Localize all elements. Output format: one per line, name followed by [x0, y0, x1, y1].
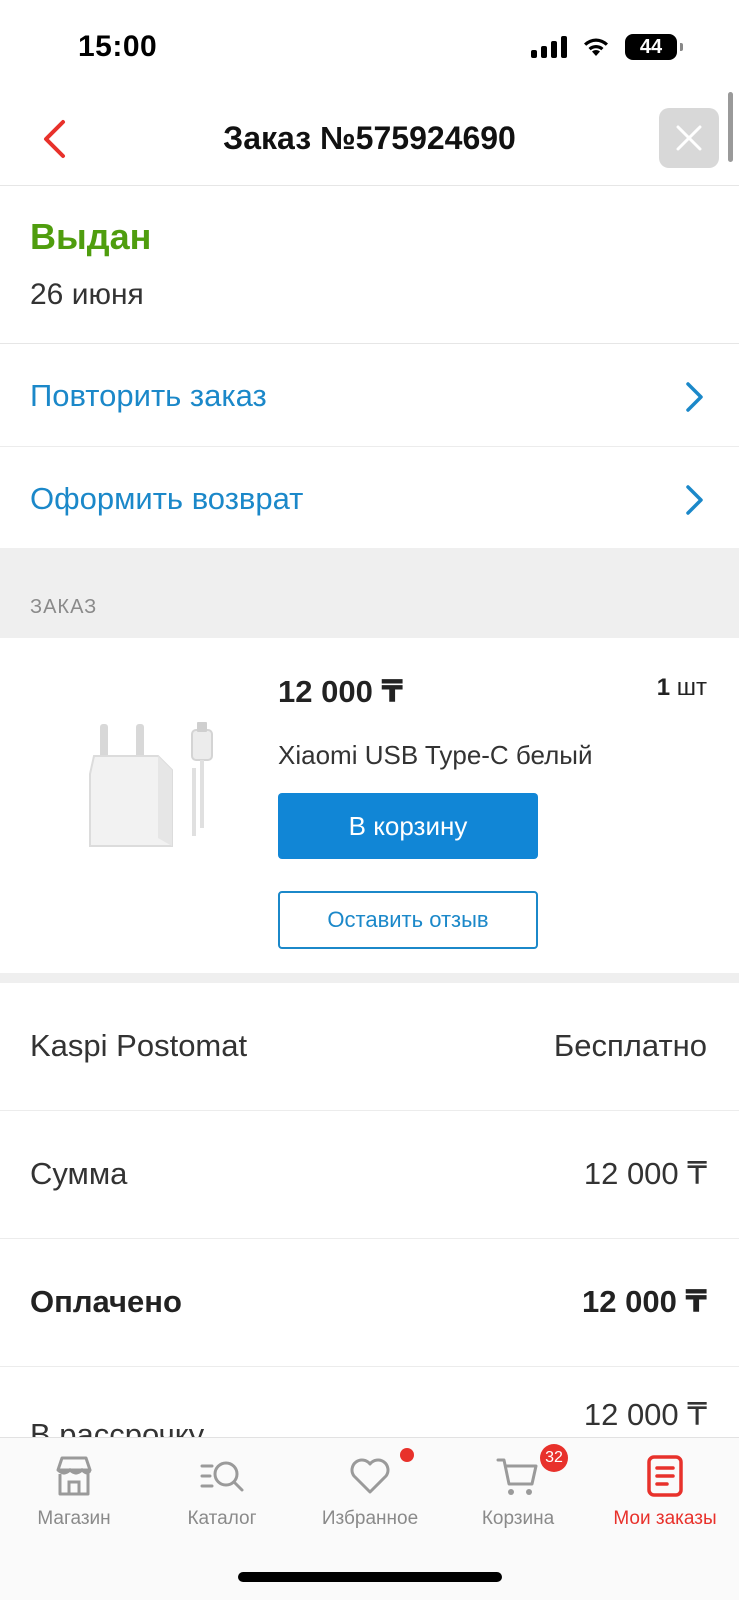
nav-item-cart[interactable]: Корзина — [444, 1438, 592, 1558]
product-price: 12 000 ₸ — [278, 674, 403, 709]
order-status-label: Выдан — [30, 216, 152, 257]
delivery-row: Kaspi Postomat Бесплатно — [0, 983, 739, 1111]
order-status-date: 26 июня — [30, 278, 144, 311]
page-title: Заказ №575924690 — [223, 120, 516, 156]
close-button[interactable] — [659, 108, 719, 168]
product-image[interactable] — [66, 678, 236, 848]
catalog-search-icon — [200, 1461, 244, 1492]
return-order-row[interactable]: Оформить возврат — [0, 447, 739, 548]
battery-level: 44 — [639, 35, 663, 58]
cellular-signal-icon — [531, 36, 567, 58]
delivery-label: Kaspi Postomat — [30, 1028, 248, 1063]
status-time: 15:00 — [78, 30, 158, 63]
product-quantity: 1 шт — [657, 674, 707, 702]
nav-label-cart: Корзина — [481, 1508, 555, 1529]
scrollbar[interactable] — [728, 92, 733, 162]
nav-item-favorites[interactable]: Избранное — [296, 1438, 444, 1558]
sum-value: 12 000 ₸ — [583, 1156, 707, 1191]
nav-label-favorites: Избранное — [321, 1508, 419, 1529]
quantity-unit: шт — [676, 674, 707, 701]
paid-label: Оплачено — [30, 1284, 182, 1319]
nav-item-store[interactable]: Магазин — [0, 1438, 148, 1558]
nav-label-catalog: Каталог — [187, 1508, 257, 1529]
leave-review-button[interactable]: Оставить отзыв — [278, 891, 538, 949]
chevron-right-icon — [686, 485, 703, 515]
favorites-notification-dot — [400, 1448, 414, 1462]
order-status-section: Выдан 26 июня — [0, 186, 739, 344]
nav-label-store: Магазин — [37, 1508, 111, 1529]
cart-icon — [496, 1458, 538, 1495]
installment-row: В рассрочку 12 000 ₸ — [0, 1367, 739, 1437]
installment-label: В рассрочку — [30, 1417, 205, 1437]
repeat-order-label: Повторить заказ — [30, 378, 267, 413]
close-icon — [676, 125, 702, 151]
product-name[interactable]: Xiaomi USB Type-C белый — [278, 740, 593, 771]
nav-item-my-orders[interactable]: Мои заказы — [591, 1438, 739, 1558]
wifi-icon — [584, 38, 608, 56]
order-section-header: ЗАКАЗ — [0, 548, 739, 638]
sum-label: Сумма — [30, 1156, 128, 1191]
heart-icon — [350, 1458, 390, 1494]
chevron-right-icon — [686, 382, 703, 412]
product-card: 12 000 ₸ 1 шт Xiaomi USB Type-C белый В … — [0, 638, 739, 973]
store-icon — [56, 1456, 92, 1496]
return-order-label: Оформить возврат — [30, 481, 304, 516]
status-bar: 15:00 44 — [0, 0, 739, 92]
paid-row: Оплачено 12 000 ₸ — [0, 1239, 739, 1367]
battery-icon: 44 — [625, 34, 683, 60]
status-icons: 44 — [531, 34, 683, 60]
header: Заказ №575924690 — [0, 92, 739, 186]
paid-value: 12 000 ₸ — [582, 1284, 707, 1319]
repeat-order-row[interactable]: Повторить заказ — [0, 344, 739, 447]
cart-badge: 32 — [540, 1444, 568, 1472]
section-title: ЗАКАЗ — [30, 596, 98, 618]
nav-label-my-orders: Мои заказы — [613, 1508, 717, 1529]
home-indicator[interactable] — [238, 1572, 502, 1582]
quantity-number: 1 — [656, 674, 671, 701]
orders-icon — [647, 1455, 683, 1497]
divider — [0, 973, 739, 983]
nav-item-catalog[interactable]: Каталог — [148, 1438, 296, 1558]
add-to-cart-button[interactable]: В корзину — [278, 793, 538, 859]
installment-value: 12 000 ₸ — [583, 1397, 707, 1432]
delivery-value: Бесплатно — [553, 1028, 707, 1063]
sum-row: Сумма 12 000 ₸ — [0, 1111, 739, 1239]
